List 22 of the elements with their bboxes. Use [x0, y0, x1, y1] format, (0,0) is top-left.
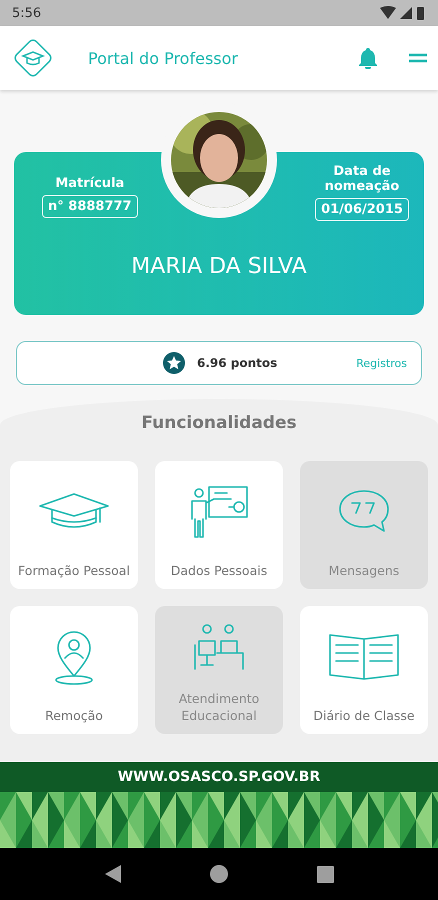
appointment-date: 01/06/2015: [315, 198, 409, 221]
status-time: 5:56: [12, 6, 42, 20]
registration-number: n° 8888777: [42, 195, 138, 218]
feature-tile[interactable]: Formação Pessoal: [10, 461, 138, 589]
recents-icon[interactable]: [316, 866, 334, 882]
app-title: Portal do Professor: [88, 48, 239, 68]
open-book-icon: [326, 632, 402, 680]
star-badge-icon: [163, 352, 185, 374]
website-url: WWW.OSASCO.SP.GOV.BR: [118, 768, 320, 787]
back-icon[interactable]: [104, 865, 120, 883]
appointment-date-label: Data de nomeação: [324, 164, 400, 194]
teacher-name: MARIA DA SILVA: [131, 254, 307, 279]
feature-tile[interactable]: Diário de Classe: [300, 606, 428, 734]
feature-tile[interactable]: Dados Pessoais: [155, 461, 283, 589]
home-icon[interactable]: [210, 865, 228, 883]
points-value: 6.96 pontos: [197, 356, 278, 370]
presenter-board-icon: [189, 484, 249, 538]
records-link[interactable]: Registros: [356, 356, 407, 370]
section-title: Funcionalidades: [141, 413, 297, 433]
status-icons: [380, 6, 426, 20]
feature-tile[interactable]: Remoção: [10, 606, 138, 734]
registration-label: Matrícula: [55, 176, 124, 191]
